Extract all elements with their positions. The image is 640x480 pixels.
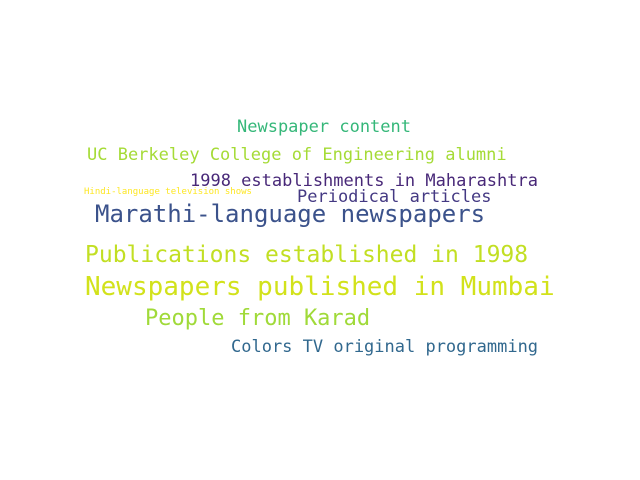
word-colors-tv-programming: Colors TV original programming <box>231 337 539 357</box>
word-newspapers-published-mumbai: Newspapers published in Mumbai <box>85 272 555 302</box>
word-uc-berkeley-alumni: UC Berkeley College of Engineering alumn… <box>87 145 507 165</box>
word-marathi-language-newspapers: Marathi-language newspapers <box>95 200 486 228</box>
word-people-from-karad: People from Karad <box>145 306 371 331</box>
word-newspaper-content: Newspaper content <box>237 117 411 137</box>
word-publications-established-1998: Publications established in 1998 <box>85 242 529 268</box>
word-cloud: Newspaper content UC Berkeley College of… <box>0 0 640 480</box>
word-hindi-language-tv-shows: Hindi-language television shows <box>84 187 252 197</box>
